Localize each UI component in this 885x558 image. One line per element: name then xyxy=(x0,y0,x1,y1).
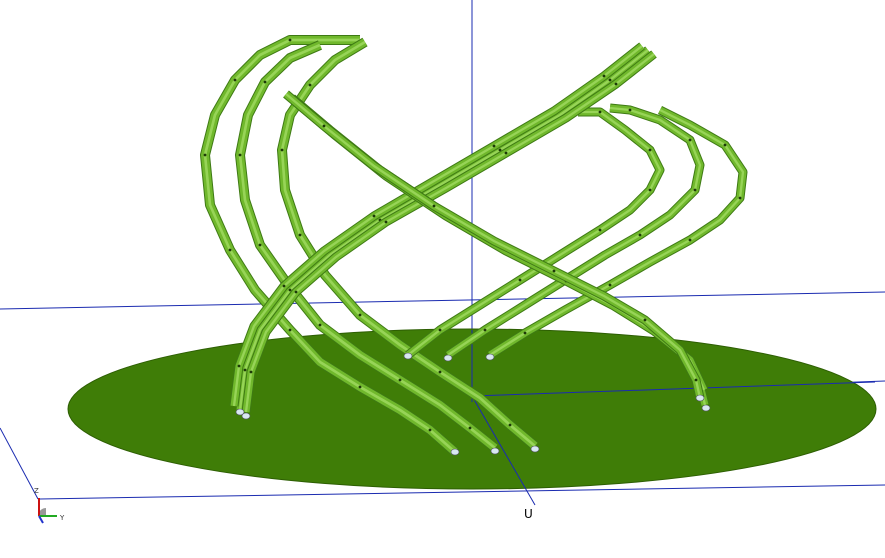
grid-line-horizontal-upper xyxy=(0,291,885,310)
tube-joint xyxy=(228,248,232,252)
tube-joint xyxy=(258,243,262,247)
tube-right-arc-1[interactable] xyxy=(405,107,665,359)
axis-label-y: Y xyxy=(60,514,65,522)
tube-joint xyxy=(738,196,742,200)
tube-joint xyxy=(249,370,253,374)
tube-foot-anchor[interactable] xyxy=(443,354,453,362)
tube-joint xyxy=(263,80,267,84)
tube-joint xyxy=(518,278,522,282)
scene-canvas[interactable] xyxy=(0,0,885,558)
tube-joint xyxy=(438,328,442,332)
tube-joint xyxy=(288,328,292,332)
tube-joint xyxy=(492,144,496,148)
tube-joint xyxy=(428,428,432,432)
tube-foot-anchor[interactable] xyxy=(530,445,540,453)
tube-joint xyxy=(438,370,442,374)
tube-joint xyxy=(280,148,284,152)
grid-line-diagonal-left xyxy=(0,427,39,500)
origin-label-u: U xyxy=(524,507,533,521)
tube-joint xyxy=(358,385,362,389)
tube-joint xyxy=(598,228,602,232)
tube-joint xyxy=(643,318,647,322)
tube-foot-anchor[interactable] xyxy=(701,404,711,412)
tube-joint xyxy=(614,82,618,86)
tube-joint xyxy=(648,148,652,152)
tube-foot-anchor[interactable] xyxy=(485,353,495,361)
tube-joint xyxy=(237,364,241,368)
3d-viewport[interactable]: U Z Y xyxy=(0,0,885,558)
tube-joint xyxy=(608,283,612,287)
tube-joint xyxy=(508,423,512,427)
axis-label-z: Z xyxy=(34,487,39,495)
tube-joint xyxy=(372,214,376,218)
tube-joint xyxy=(308,83,312,87)
tube-right-arc-3[interactable] xyxy=(487,105,748,359)
tube-joint xyxy=(288,288,292,292)
tube-foot-anchor[interactable] xyxy=(450,448,460,456)
tube-joint xyxy=(398,378,402,382)
tube-foot-anchor[interactable] xyxy=(695,394,705,402)
tube-joint xyxy=(238,153,242,157)
tube-joint xyxy=(288,38,292,42)
tube-joint xyxy=(552,269,556,273)
tube-foot-anchor[interactable] xyxy=(241,412,251,420)
tube-joint xyxy=(298,233,302,237)
tube-joint xyxy=(723,143,727,147)
tube-foot-anchor[interactable] xyxy=(490,447,500,455)
tube-joint xyxy=(432,204,436,208)
tube-joint xyxy=(598,110,602,114)
tube-joint xyxy=(648,188,652,192)
axis-triad-icon xyxy=(38,498,57,524)
tube-joint xyxy=(638,233,642,237)
tube-joint xyxy=(468,426,472,430)
tube-joint xyxy=(504,151,508,155)
tube-joint xyxy=(523,331,527,335)
tube-joint xyxy=(602,74,606,78)
tube-joint xyxy=(322,124,326,128)
tube-joint xyxy=(628,108,632,112)
tube-joint xyxy=(318,323,322,327)
tube-joint xyxy=(693,188,697,192)
tube-joint xyxy=(608,78,612,82)
tube-foot-anchor[interactable] xyxy=(403,352,413,360)
tube-joint xyxy=(358,313,362,317)
tube-joint xyxy=(384,220,388,224)
tube-joint xyxy=(694,378,698,382)
tube-joint xyxy=(688,138,692,142)
tube-joint xyxy=(483,328,487,332)
tube-joint xyxy=(243,368,247,372)
tube-joint xyxy=(688,238,692,242)
tube-joint xyxy=(233,78,237,82)
tube-joint xyxy=(294,290,298,294)
tube-joint xyxy=(282,284,286,288)
tube-joint xyxy=(203,153,207,157)
